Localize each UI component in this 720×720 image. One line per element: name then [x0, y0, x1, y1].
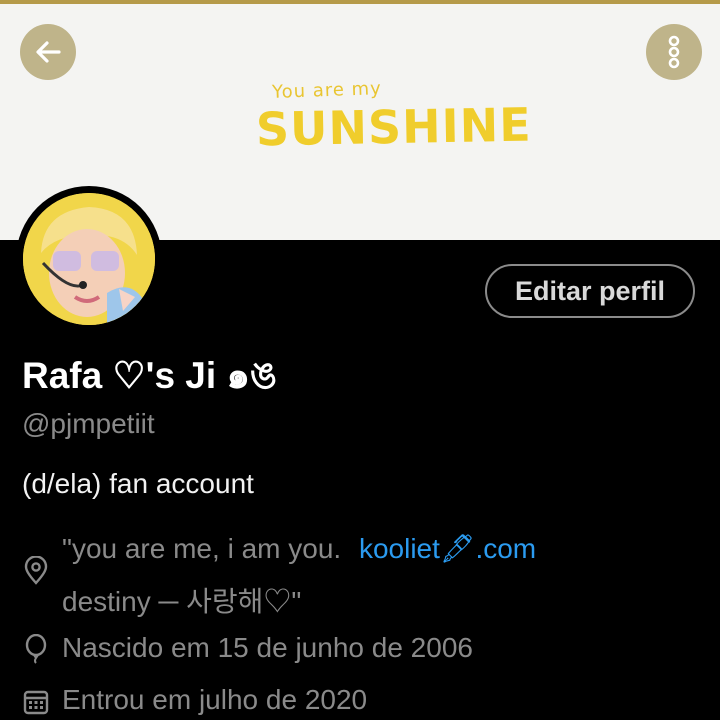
- avatar-image: [23, 193, 155, 325]
- banner-small-text: You are my: [271, 78, 383, 103]
- avatar[interactable]: [23, 193, 155, 325]
- birth-date: Nascido em 15 de junho de 2006: [62, 632, 473, 663]
- avatar-frame[interactable]: [16, 186, 162, 332]
- profile-handle: @pjmpetiit: [22, 408, 155, 439]
- location-line-2: destiny ─ 사랑해♡": [62, 586, 302, 617]
- location-text: "you are me, i am you.: [62, 533, 342, 564]
- location-pin-icon: [24, 556, 48, 585]
- calendar-icon: [23, 690, 49, 715]
- arrow-left-icon: [36, 41, 61, 63]
- location-line-1: "you are me, i am you. kooliet🖋.com: [62, 532, 536, 565]
- banner-big-text: SUNSHINE: [255, 97, 533, 157]
- more-vertical-icon: [668, 35, 680, 69]
- joined-date: Entrou em julho de 2020: [62, 684, 368, 715]
- more-options-button[interactable]: [646, 24, 702, 80]
- website-link[interactable]: kooliet🖋.com: [359, 533, 536, 564]
- balloon-icon: [25, 634, 47, 664]
- back-button[interactable]: [20, 24, 76, 80]
- profile-bio: (d/ela) fan account: [22, 468, 254, 499]
- profile-name: Rafa ♡'s Ji ๑ঙ: [22, 355, 278, 396]
- edit-profile-button[interactable]: Editar perfil: [485, 264, 695, 318]
